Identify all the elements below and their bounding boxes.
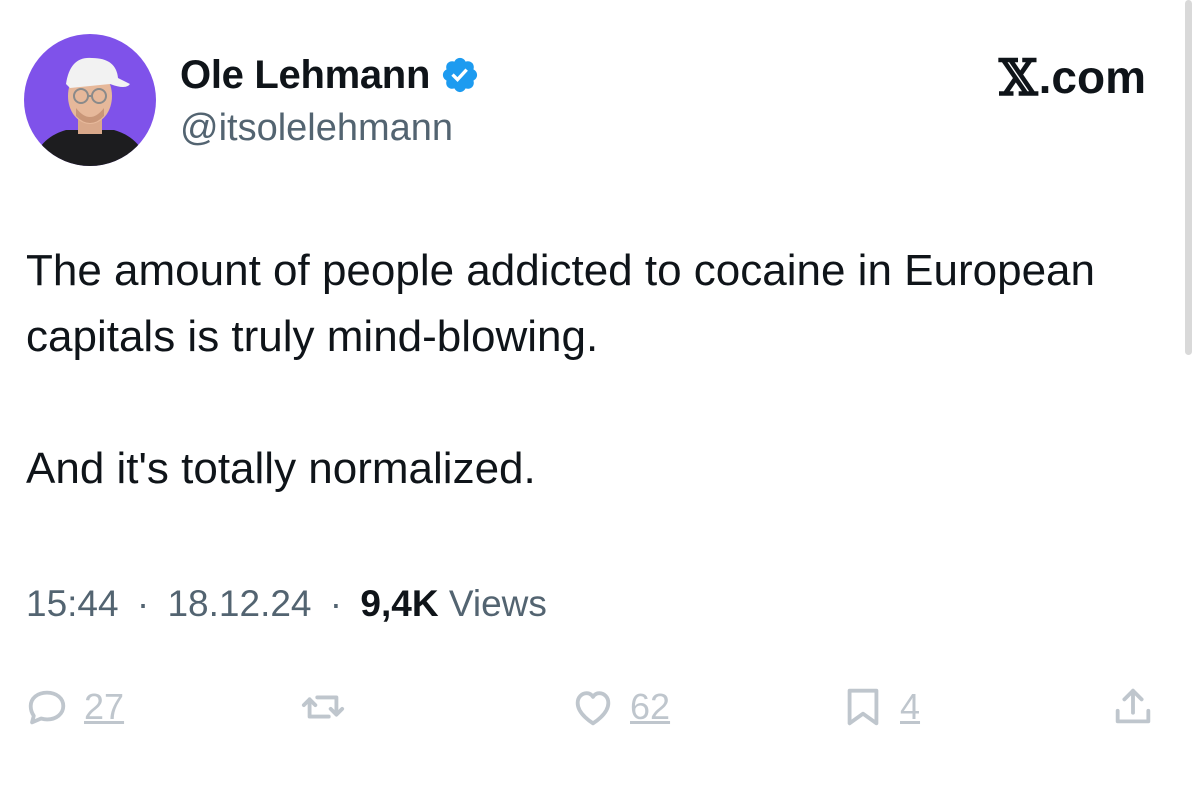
- scrollbar[interactable]: [1185, 0, 1192, 355]
- author-display-name[interactable]: Ole Lehmann: [180, 53, 430, 98]
- tweet-paragraph: The amount of people addicted to cocaine…: [26, 246, 1095, 361]
- tweet-time[interactable]: 15:44: [26, 583, 119, 624]
- author-handle[interactable]: @itsolelehmann: [180, 107, 453, 150]
- author-name-row[interactable]: Ole Lehmann: [180, 50, 480, 100]
- tweet-text: The amount of people addicted to cocaine…: [26, 238, 1146, 502]
- tweet-paragraph: And it's totally normalized.: [26, 444, 536, 493]
- like-count[interactable]: 62: [630, 686, 670, 728]
- meta-separator: ·: [136, 583, 150, 624]
- share-icon: [1115, 688, 1151, 724]
- bookmark-count[interactable]: 4: [900, 686, 920, 728]
- x-logo-icon: 𝕏: [998, 47, 1038, 107]
- verified-badge-icon[interactable]: [440, 55, 480, 95]
- avatar[interactable]: [24, 34, 156, 166]
- tweet-date[interactable]: 18.12.24: [167, 583, 311, 624]
- share-button[interactable]: [1110, 672, 1156, 742]
- views-count[interactable]: 9,4K: [360, 583, 438, 624]
- tweet-meta: 15:44 · 18.12.24 · 9,4K Views: [26, 583, 547, 625]
- heart-icon: [575, 691, 611, 726]
- brand-domain: .com: [1038, 51, 1146, 103]
- meta-separator: ·: [329, 583, 343, 624]
- retweet-icon: [301, 695, 345, 719]
- reply-count[interactable]: 27: [84, 686, 124, 728]
- views-label: Views: [448, 583, 547, 624]
- reply-button[interactable]: 27: [24, 672, 124, 742]
- action-bar: 27 62 4: [0, 672, 1200, 742]
- bookmark-icon: [847, 688, 879, 726]
- x-com-logo: 𝕏 .com: [998, 47, 1146, 107]
- like-button[interactable]: 62: [570, 672, 670, 742]
- reply-icon: [28, 690, 66, 725]
- retweet-button[interactable]: [300, 672, 360, 742]
- bookmark-button[interactable]: 4: [840, 672, 920, 742]
